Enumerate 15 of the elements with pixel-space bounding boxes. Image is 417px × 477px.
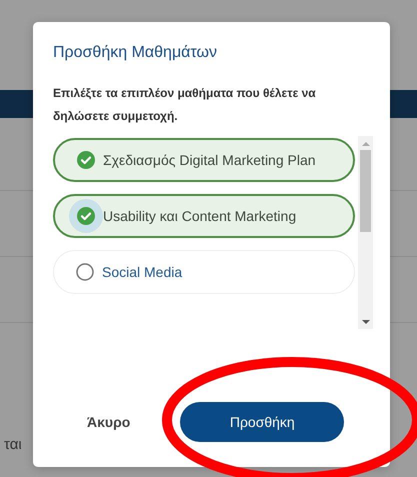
scroll-down-icon[interactable]: [362, 319, 370, 325]
dialog-description: Επιλέξτε τα επιπλέον μαθήματα που θέλετε να δηλώσετε συμμετοχή.: [53, 85, 317, 125]
cancel-button[interactable]: Άκυρο: [85, 408, 132, 436]
radio-icon: [76, 263, 94, 281]
course-option[interactable]: Social Media: [53, 250, 355, 294]
check-circle-icon: [77, 207, 95, 225]
course-option[interactable]: Σχεδιασμός Digital Marketing Plan: [53, 138, 355, 182]
course-option[interactable]: Usability και Content Marketing: [53, 194, 355, 238]
scroll-up-icon[interactable]: [362, 141, 370, 147]
scrollbar-thumb[interactable]: [360, 150, 371, 232]
check-circle-icon: [77, 151, 95, 169]
add-button[interactable]: Προσθήκη: [180, 402, 344, 442]
page-text: ται: [4, 435, 22, 455]
dialog-title: Προσθήκη Μαθημάτων: [53, 44, 218, 62]
scrollbar[interactable]: [358, 136, 373, 329]
